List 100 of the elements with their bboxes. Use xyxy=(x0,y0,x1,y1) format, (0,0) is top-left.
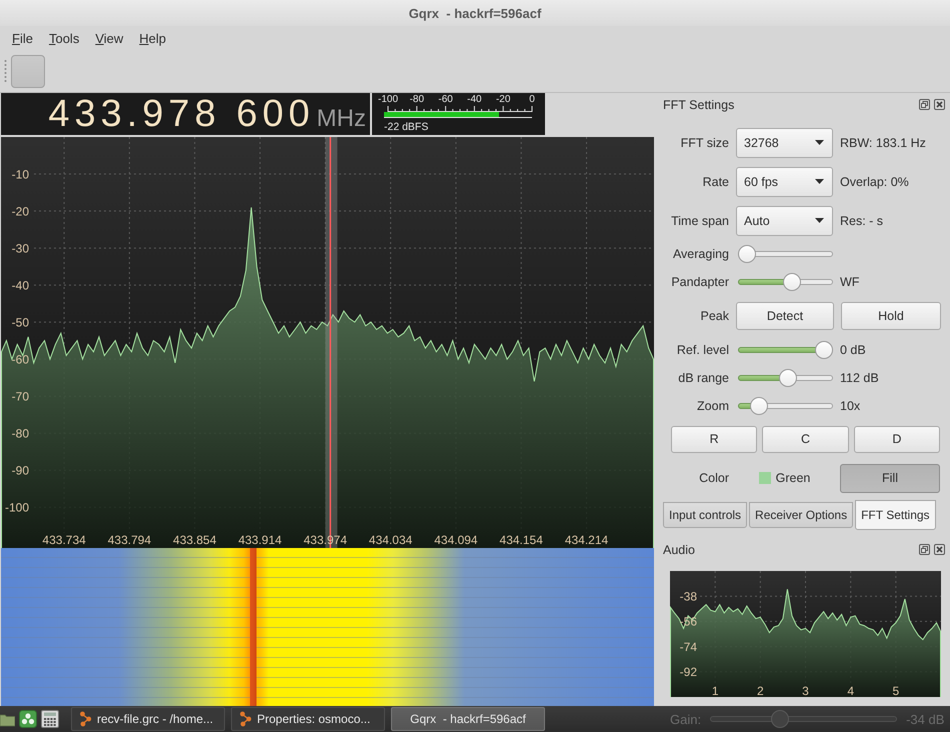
x-axis-label: 433.794 xyxy=(108,533,152,547)
y-axis-label: -40 xyxy=(12,278,29,292)
node-graph-icon xyxy=(239,711,252,727)
field-label: Ref. level xyxy=(676,343,729,357)
grip-icon[interactable] xyxy=(4,58,7,84)
meter-reading: -22 dBFS xyxy=(384,121,430,133)
scale-label: -80 xyxy=(408,94,426,106)
float-icon[interactable] xyxy=(919,99,930,110)
field-label: Pandapter xyxy=(670,275,729,289)
field-label: Color xyxy=(698,471,729,485)
x-axis-label: 434.154 xyxy=(500,533,543,547)
task-button[interactable]: Properties: osmoco... xyxy=(231,707,385,731)
frequency-display[interactable]: 433.978 600 MHz xyxy=(1,93,370,135)
slider[interactable] xyxy=(738,369,833,387)
menu-item[interactable]: View xyxy=(87,29,132,48)
menu-item[interactable]: Help xyxy=(131,29,174,48)
slider-thumb[interactable] xyxy=(815,341,833,359)
slider[interactable] xyxy=(738,245,833,263)
caret-down-icon xyxy=(815,179,824,184)
field-label: FFT size xyxy=(680,136,729,150)
value-text: 0 dB xyxy=(840,343,867,357)
slider-thumb[interactable] xyxy=(750,397,768,415)
scale-label: -100 xyxy=(376,94,399,106)
task-button[interactable]: Gqrx - hackrf=596acf xyxy=(391,707,545,731)
push-button[interactable]: C xyxy=(762,426,849,452)
y-axis-label: -70 xyxy=(12,390,29,404)
y-axis-label: -60 xyxy=(12,352,29,366)
push-button[interactable]: Detect xyxy=(736,302,834,330)
dropdown[interactable]: 32768 xyxy=(736,128,833,158)
app-icon[interactable] xyxy=(19,710,37,728)
info-text: Res: - s xyxy=(840,214,884,228)
y-axis-label: -10 xyxy=(12,167,29,182)
push-button[interactable]: Hold xyxy=(841,302,941,330)
x-axis-label: 2 xyxy=(757,684,764,697)
calculator-icon[interactable] xyxy=(41,710,59,728)
slider-thumb[interactable] xyxy=(778,369,797,387)
caret-down-icon xyxy=(815,218,824,223)
x-axis-label: 3 xyxy=(802,684,809,697)
x-axis-label: 433.914 xyxy=(238,533,282,547)
slider[interactable] xyxy=(738,341,833,359)
menu-item[interactable]: File xyxy=(4,29,41,48)
y-axis-label: -100 xyxy=(4,500,29,515)
slider[interactable] xyxy=(738,397,833,415)
x-axis-label: 5 xyxy=(892,684,900,697)
slider-thumb[interactable] xyxy=(738,245,756,263)
info-text: RBW: 183.1 Hz xyxy=(840,136,927,150)
field-label: Time span xyxy=(670,214,729,228)
push-button[interactable]: R xyxy=(671,426,758,452)
scale-label: -20 xyxy=(494,94,512,106)
tab[interactable]: Input controls xyxy=(663,502,748,528)
scale-label: -40 xyxy=(466,94,483,106)
window-title: Gqrx - hackrf=596acf xyxy=(408,6,542,20)
slider[interactable] xyxy=(710,710,898,728)
menu-item[interactable]: Tools xyxy=(40,29,88,48)
caret-down-icon xyxy=(815,140,824,145)
field-label: Rate xyxy=(702,174,729,188)
task-button[interactable]: recv-file.grc - /home... xyxy=(71,707,225,731)
close-icon[interactable] xyxy=(934,99,945,110)
folder-icon[interactable] xyxy=(0,712,15,726)
y-axis-label: -74 xyxy=(680,640,697,654)
slider[interactable] xyxy=(738,273,833,291)
slider-thumb[interactable] xyxy=(770,710,789,728)
float-icon[interactable] xyxy=(919,544,930,555)
push-button[interactable]: D xyxy=(854,426,940,452)
gain-reading: -34 dB xyxy=(906,712,944,726)
color-picker-button[interactable]: Green xyxy=(736,466,833,490)
toggle-button[interactable]: Fill xyxy=(840,464,940,492)
frequency-unit: MHz xyxy=(316,104,366,134)
field-label: Averaging xyxy=(672,247,729,261)
dropdown[interactable]: 60 fps xyxy=(736,166,833,196)
tab[interactable]: FFT Settings xyxy=(855,500,936,530)
dock-title: Audio xyxy=(663,542,696,556)
info-text: Overlap: 0% xyxy=(840,174,910,188)
field-label: dB range xyxy=(677,371,729,385)
scale-label: 0 xyxy=(528,94,536,106)
field-label: Peak xyxy=(700,309,729,323)
gain-label: Gain: xyxy=(670,712,702,726)
x-axis-label: 433.854 xyxy=(173,533,216,547)
field-label: Zoom xyxy=(696,399,729,413)
slider-thumb[interactable] xyxy=(782,273,801,291)
center-frequency-marker[interactable] xyxy=(330,137,332,548)
y-axis-label: -20 xyxy=(12,204,29,218)
toolbar-button[interactable] xyxy=(11,55,45,88)
y-axis-label: -90 xyxy=(12,464,29,478)
value-text: 112 dB xyxy=(840,371,880,385)
value-text: 10x xyxy=(840,399,862,413)
y-axis-label: -38 xyxy=(680,590,697,604)
scale-label: -60 xyxy=(437,94,454,106)
x-axis-label: 434.214 xyxy=(564,533,608,547)
close-icon[interactable] xyxy=(934,544,945,555)
y-axis-label: -80 xyxy=(12,426,29,441)
x-axis-label: 434.034 xyxy=(368,533,412,547)
x-axis-label: 4 xyxy=(847,684,854,697)
y-axis-label: -30 xyxy=(12,241,29,256)
dock-title: FFT Settings xyxy=(663,98,736,112)
y-axis-label: -92 xyxy=(680,665,697,680)
dropdown[interactable]: Auto xyxy=(736,206,833,236)
tab[interactable]: Receiver Options xyxy=(749,502,854,528)
node-graph-icon xyxy=(79,711,92,727)
value-text: WF xyxy=(840,275,860,289)
